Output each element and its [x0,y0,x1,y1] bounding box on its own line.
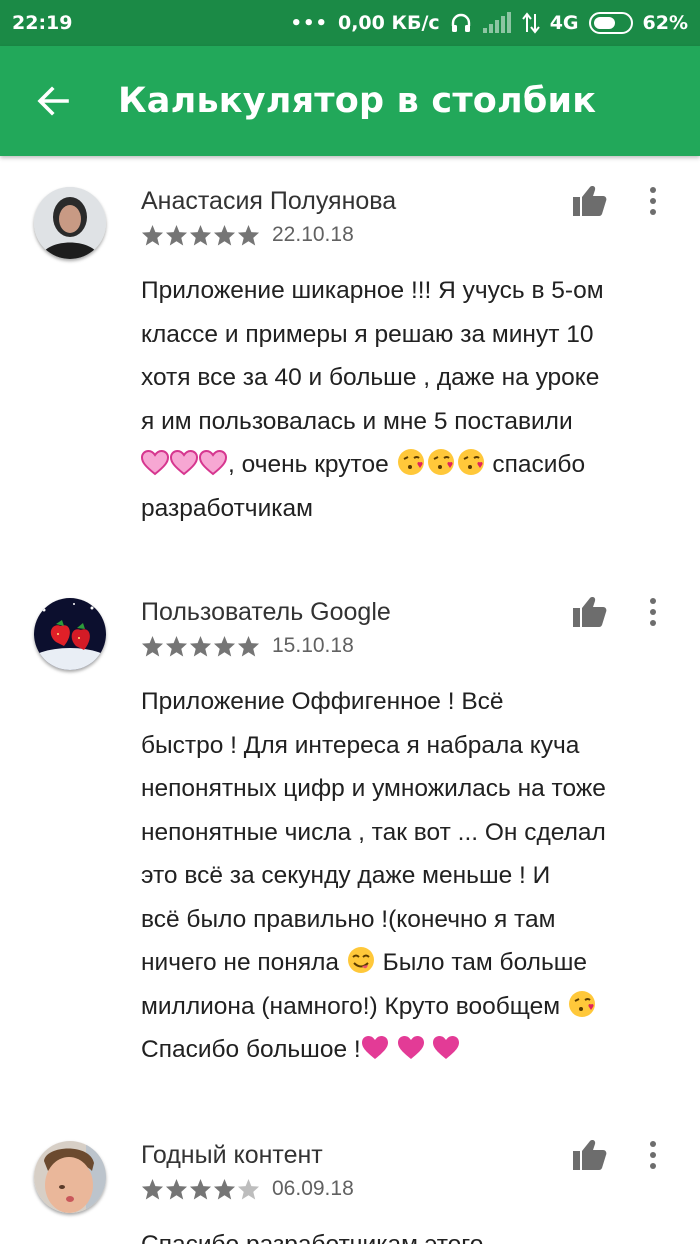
review-line-part: спасибо [485,451,586,478]
star-filled-icon [189,224,212,246]
star-filled-icon [213,224,236,246]
review-line: быстро ! Для интереса я набрала куча [141,731,580,759]
review-line: миллиона (намного!) Круто вообщем [141,985,671,1029]
review-line: это всё за секунду даже меньше ! И [141,862,551,889]
star-filled-icon [141,1178,164,1200]
signal-icon [482,12,512,34]
battery-icon [588,12,633,34]
star-filled-icon [141,224,164,246]
thumb-up-icon [573,597,607,627]
star-empty-icon [237,1178,260,1200]
more-options-button[interactable] [638,1135,668,1175]
rating-row: 06.09.18 [141,1177,354,1201]
review-line-part: миллиона (намного!) Круто вообщем [141,992,567,1020]
star-filled-icon [213,635,236,657]
review-author: Годный контент [141,1141,323,1169]
net-speed: 0,00 КБ/с [337,12,440,34]
heart-emoji-icon [170,450,198,476]
review-line: непонятных цифр и умножилась на тоже [141,775,606,802]
headphones-icon [450,12,472,34]
heart-icon [397,1036,424,1059]
helpful-button[interactable] [570,1135,610,1175]
review-date: 06.09.18 [272,1177,354,1200]
review-line-part: , очень крутое [228,451,396,478]
review-line: всё было правильно !(конечно я там [141,905,556,933]
rating-row: 22.10.18 [141,223,354,247]
review-line: Приложение шикарное !!! Я учусь в 5-ом [141,277,604,304]
helpful-button[interactable] [570,592,610,632]
star-filled-icon [165,224,188,246]
yum-face-icon [347,947,374,973]
review-author: Пользователь Google [141,598,391,626]
status-bar: 22:19 ••• 0,00 КБ/с 4G 62% [0,0,700,46]
star-filled-icon [213,1178,236,1200]
review-line-part: Было там больше [375,949,588,976]
network-type: 4G [549,12,579,34]
avatar[interactable] [34,598,106,670]
data-arrows-icon [521,12,540,34]
kissing-face-icon [457,449,484,475]
star-filled-icon [165,1178,188,1200]
helpful-button[interactable] [570,181,610,221]
review-line-part: Спасибо большое ! [141,1036,361,1063]
star-rating [141,224,260,246]
review-line: классе и примеры я решаю за минут 10 [141,320,594,348]
heart-icon [361,1036,388,1059]
thumb-up-icon [573,1140,607,1170]
review-line: я им пользовалась и мне 5 поставили [141,407,573,435]
review-date: 22.10.18 [272,223,354,246]
star-filled-icon [165,635,188,657]
review-line-part: ничего не поняла [141,949,346,976]
thumb-up-icon [573,186,607,216]
rating-row: 15.10.18 [141,634,354,658]
review-line: непонятные числа , так вот ... Он сделал [141,818,606,846]
review-line: ничего не поняла Было там больше [141,941,671,985]
heart-emoji-icon [141,450,169,476]
more-options-button[interactable] [638,592,668,632]
battery-fill [593,17,615,29]
review-text: Приложение Оффигенное ! Всё быстро ! Для… [141,680,671,1072]
avatar[interactable] [34,187,106,259]
page-title: Калькулятор в столбик [118,81,597,121]
kissing-face-icon [427,449,454,475]
arrow-back-icon [37,86,69,116]
back-button[interactable] [18,66,88,136]
kissing-face-icon [568,990,595,1017]
star-filled-icon [141,635,164,657]
star-filled-icon [237,224,260,246]
heart-emoji-icon [199,450,227,476]
star-filled-icon [189,1178,212,1200]
notification-dots: ••• [290,12,328,34]
star-filled-icon [237,635,260,657]
review-line: Спасибо разработчикам этого [141,1223,671,1244]
star-rating [141,1178,260,1200]
more-options-button[interactable] [638,181,668,221]
review-line: Спасибо большое ! [141,1028,671,1072]
heart-icon [433,1036,460,1059]
review-text: Приложение шикарное !!! Я учусь в 5-ом к… [141,269,671,530]
review-author: Анастасия Полуянова [141,187,397,215]
status-time: 22:19 [12,12,73,34]
avatar[interactable] [34,1141,106,1213]
review-date: 15.10.18 [272,634,354,657]
star-filled-icon [189,635,212,657]
review-line: Приложение Оффигенное ! Всё [141,688,504,715]
app-bar: Калькулятор в столбик [0,46,700,156]
review-line: хотя все за 40 и больше , даже на уроке [141,364,600,391]
review-line: , очень крутое спасибо [141,443,671,487]
review-line: разработчикам [141,494,313,522]
review-text: Спасибо разработчикам этого [141,1223,671,1244]
star-rating [141,635,260,657]
kissing-face-icon [397,449,424,475]
battery-percent: 62% [642,12,688,34]
